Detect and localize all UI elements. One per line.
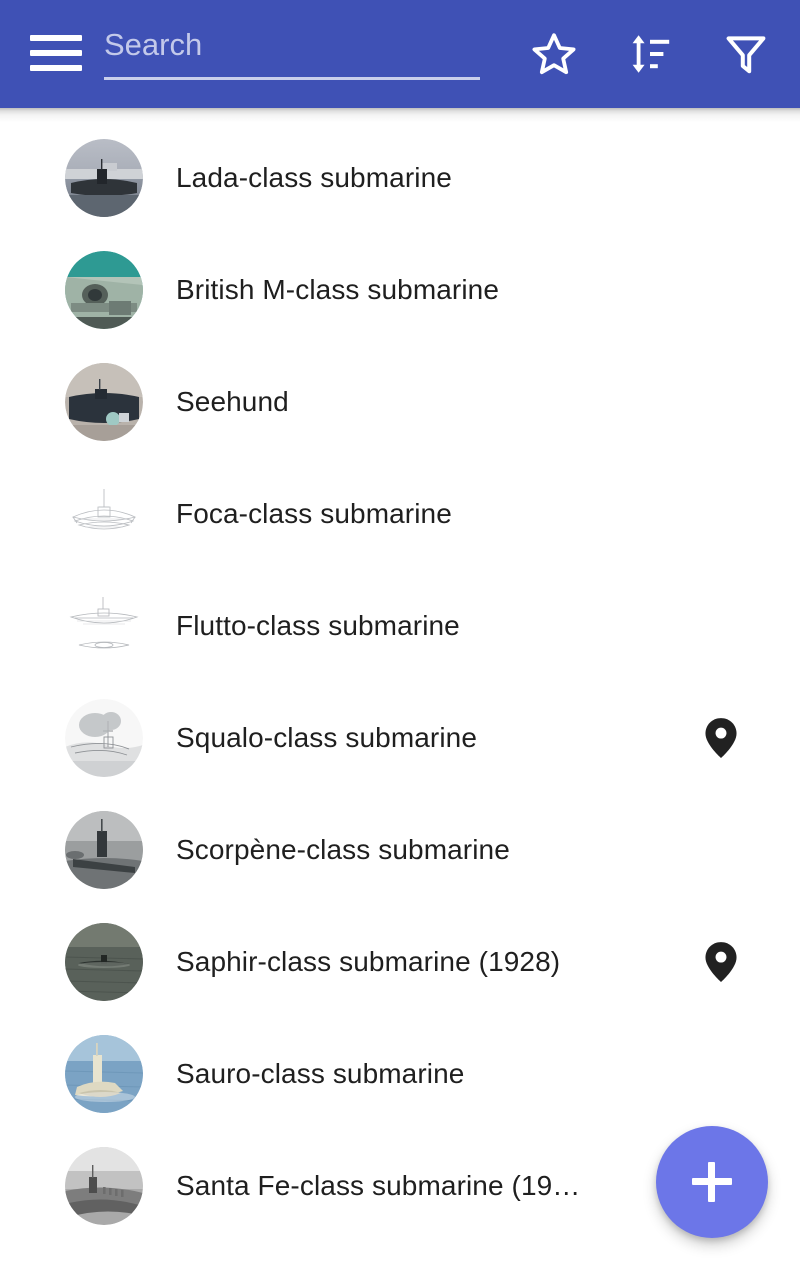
list-item-label: Saphir-class submarine (1928): [176, 946, 561, 977]
hamburger-menu-icon[interactable]: [30, 32, 84, 74]
list-item-label: Flutto-class submarine: [176, 610, 460, 641]
list-item[interactable]: Scorpène-class submarine: [0, 794, 800, 906]
menu-bar-1: [30, 35, 82, 41]
thumbnail-photo-sub-bw-faded: [65, 699, 143, 777]
list-item[interactable]: Sauro-class submarine: [0, 1018, 800, 1130]
sort-icon: [626, 30, 674, 78]
menu-bar-2: [30, 50, 82, 56]
thumbnail-photo-sub-blue-sea: [65, 1035, 143, 1113]
list-item[interactable]: Foca-class submarine: [0, 458, 800, 570]
list-item-label: Foca-class submarine: [176, 498, 452, 529]
list-item[interactable]: Seehund: [0, 346, 800, 458]
favorites-button[interactable]: [528, 28, 580, 80]
app-bar-shadow: [0, 108, 800, 122]
search-underline: [104, 77, 480, 80]
list-item[interactable]: Flutto-class submarine: [0, 570, 800, 682]
sort-button[interactable]: [624, 28, 676, 80]
thumbnail-photo-sub-harbour-grey: [65, 139, 143, 217]
list-item-label: Sauro-class submarine: [176, 1058, 465, 1089]
list-item[interactable]: Saphir-class submarine (1928): [0, 906, 800, 1018]
list-item-label: British M-class submarine: [176, 274, 500, 305]
list-item-label: Scorpène-class submarine: [176, 834, 510, 865]
thumbnail-photo-sub-bw-crew: [65, 1147, 143, 1225]
list-item-label: Seehund: [176, 386, 289, 417]
plus-icon: [692, 1162, 732, 1202]
thumbnail-photo-midget-sub-dark: [65, 363, 143, 441]
star-outline-icon: [530, 30, 578, 78]
list-item[interactable]: Squalo-class submarine: [0, 682, 800, 794]
list-item-label: Squalo-class submarine: [176, 722, 478, 753]
add-button[interactable]: [656, 1126, 768, 1238]
filter-funnel-icon: [722, 30, 770, 78]
search-field[interactable]: [104, 22, 480, 84]
submarine-list[interactable]: Lada-class submarine British M-class sub…: [0, 122, 800, 1280]
thumbnail-line-drawing-sub-profile: [65, 587, 143, 665]
thumbnail-photo-sub-teal-deck: [65, 251, 143, 329]
app-root: Lada-class submarine British M-class sub…: [0, 0, 800, 1280]
app-bar: [0, 0, 800, 108]
location-pin-icon[interactable]: [704, 717, 738, 759]
list-item[interactable]: Lada-class submarine: [0, 122, 800, 234]
search-input[interactable]: [104, 22, 480, 68]
app-bar-actions: [528, 0, 772, 108]
list-item-label: Santa Fe-class submarine (19…: [176, 1170, 581, 1201]
thumbnail-photo-sub-dark-sea: [65, 923, 143, 1001]
filter-button[interactable]: [720, 28, 772, 80]
location-pin-icon[interactable]: [704, 941, 738, 983]
list-item[interactable]: British M-class submarine: [0, 234, 800, 346]
list-item-label: Lada-class submarine: [176, 162, 452, 193]
thumbnail-photo-sub-grey-conning: [65, 811, 143, 889]
thumbnail-line-drawing-sub-pale: [65, 475, 143, 553]
menu-bar-3: [30, 65, 82, 71]
